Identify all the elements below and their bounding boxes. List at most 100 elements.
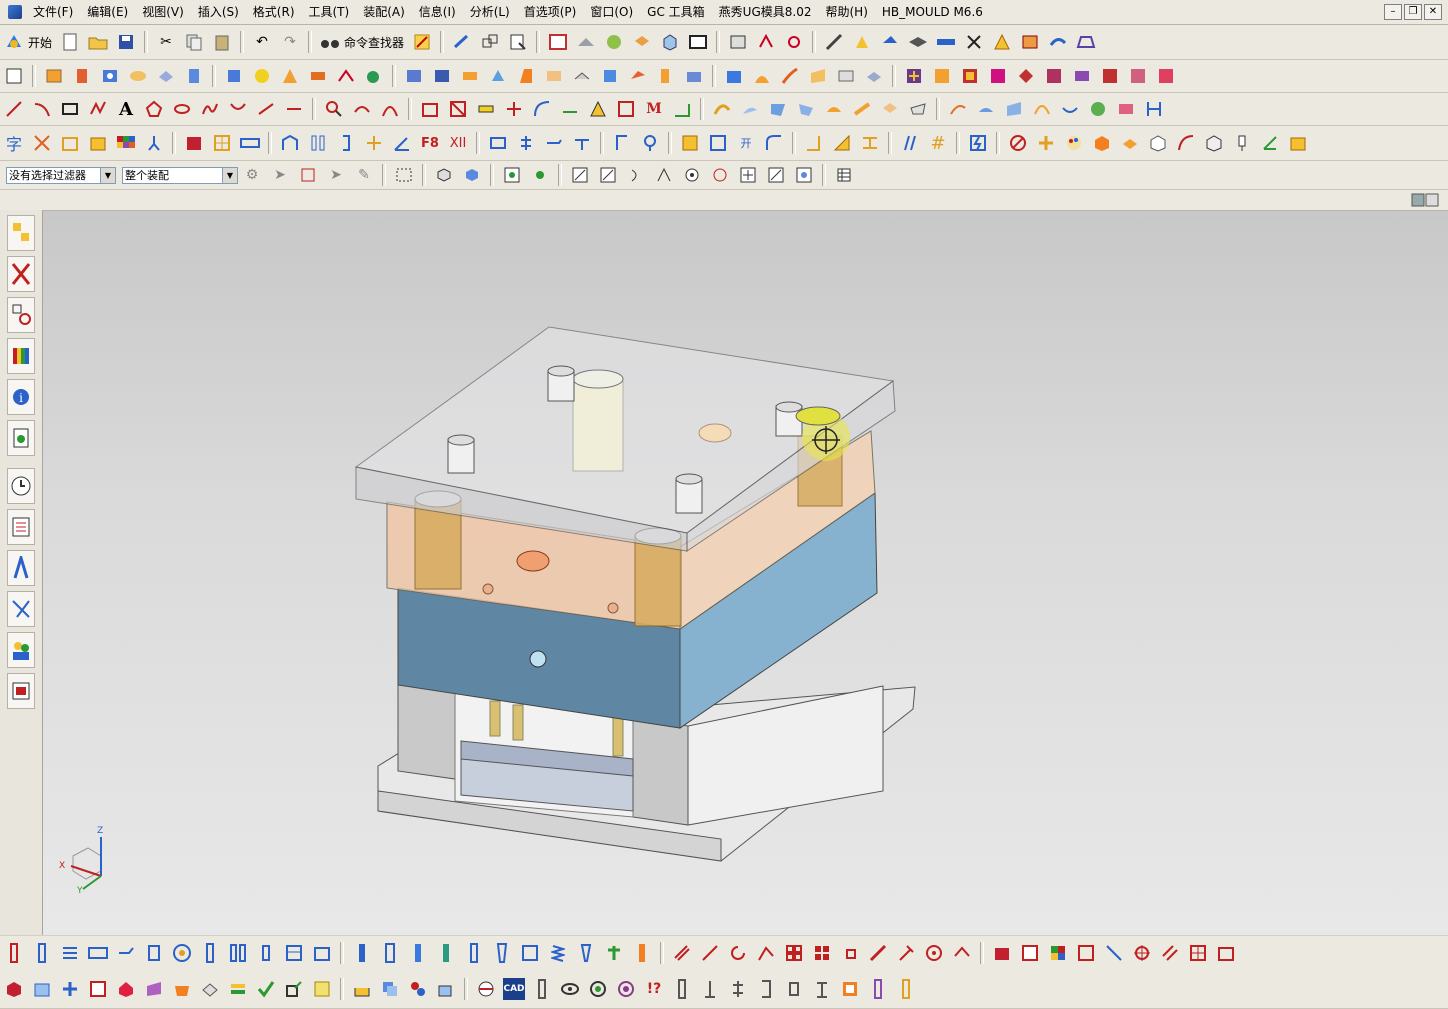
wave-link-icon[interactable] — [451, 31, 473, 53]
pattern-icon[interactable] — [335, 65, 357, 87]
open-folder-icon[interactable] — [87, 31, 109, 53]
parting-icon[interactable] — [959, 65, 981, 87]
command-finder-button[interactable]: 命令查找器 — [344, 34, 404, 51]
menu-preferences[interactable]: 首选项(P) — [517, 0, 584, 24]
standard-parts-icon[interactable] — [1043, 65, 1065, 87]
return-pin-icon[interactable] — [31, 942, 53, 964]
snap-table-icon[interactable] — [833, 164, 855, 186]
f8-icon[interactable]: F8 — [419, 132, 441, 154]
polyline-icon[interactable] — [87, 98, 109, 120]
snap-midpoint-icon[interactable] — [597, 164, 619, 186]
fit-view-icon[interactable] — [547, 31, 569, 53]
trim-sheet-icon[interactable] — [907, 98, 929, 120]
global-shaping-icon[interactable] — [1003, 98, 1025, 120]
menu-file[interactable]: 文件(F) — [26, 0, 80, 24]
layered-box-icon[interactable] — [435, 978, 457, 1000]
web-browser-tab-icon[interactable] — [7, 673, 35, 709]
square-outline-icon[interactable] — [707, 132, 729, 154]
pad-icon[interactable] — [183, 65, 205, 87]
trim-curve-icon[interactable] — [351, 98, 373, 120]
law-curve-icon[interactable] — [947, 98, 969, 120]
blue-stack-icon[interactable] — [379, 978, 401, 1000]
palette-list-icon[interactable] — [7, 509, 35, 545]
shell-icon[interactable] — [403, 65, 425, 87]
menu-hb-mould[interactable]: HB_MOULD M6.6 — [875, 0, 990, 24]
pin-a-icon[interactable] — [671, 978, 693, 1000]
mold-init-icon[interactable] — [903, 65, 925, 87]
core-cavity-icon[interactable] — [987, 65, 1009, 87]
frame-icon[interactable] — [211, 132, 233, 154]
tree-icon[interactable] — [603, 942, 625, 964]
stack-surface-icon[interactable] — [835, 65, 857, 87]
menu-gc-toolbox[interactable]: GC 工具箱 — [640, 0, 712, 24]
angle-icon[interactable] — [671, 98, 693, 120]
spline-icon[interactable] — [199, 98, 221, 120]
snap-on-curve-icon[interactable] — [765, 164, 787, 186]
unite-icon[interactable] — [363, 65, 385, 87]
taper-pin-icon[interactable] — [491, 942, 513, 964]
chamfer-icon[interactable] — [307, 65, 329, 87]
polygon-icon[interactable] — [143, 98, 165, 120]
matching-icon[interactable] — [1059, 98, 1081, 120]
minimize-button[interactable]: – — [1384, 4, 1402, 20]
yellow-frame-icon[interactable] — [311, 978, 333, 1000]
constraint-navigator-tab-icon[interactable] — [7, 256, 35, 292]
cooling-icon[interactable] — [1127, 65, 1149, 87]
swept-icon[interactable] — [739, 98, 761, 120]
slider-icon[interactable] — [1071, 65, 1093, 87]
frame-box-icon[interactable] — [87, 978, 109, 1000]
palette-icon[interactable] — [1063, 132, 1085, 154]
undo-icon[interactable]: ↶ — [251, 31, 273, 53]
l-shape-icon[interactable] — [803, 132, 825, 154]
ellipse-icon[interactable] — [171, 98, 193, 120]
binoculars-icon[interactable] — [319, 31, 341, 53]
grid-quad-icon[interactable] — [783, 942, 805, 964]
mold-base-icon[interactable] — [1015, 65, 1037, 87]
start-icon[interactable] — [3, 31, 25, 53]
purple-sheet-icon[interactable] — [143, 978, 165, 1000]
box-grid-icon[interactable] — [31, 978, 53, 1000]
parts-box-icon[interactable] — [1287, 132, 1309, 154]
snap-extras-icon[interactable] — [529, 164, 551, 186]
scale-body-icon[interactable] — [543, 65, 565, 87]
hash-grid-icon[interactable]: # — [927, 132, 949, 154]
stop-pin-icon[interactable] — [255, 942, 277, 964]
window-split-icon[interactable] — [1187, 942, 1209, 964]
text-icon[interactable]: A — [115, 98, 137, 120]
angle-dim-icon[interactable] — [391, 132, 413, 154]
open-box-icon[interactable]: 开 — [735, 132, 757, 154]
cut-icon[interactable]: ✂ — [155, 31, 177, 53]
red-slash-icon[interactable] — [671, 942, 693, 964]
ruled-surface-icon[interactable] — [807, 65, 829, 87]
cross-mark-icon[interactable] — [363, 132, 385, 154]
shoulder-pin-icon[interactable] — [407, 942, 429, 964]
roles-tab-icon[interactable] — [7, 550, 35, 586]
table-note-icon[interactable] — [615, 98, 637, 120]
snap-intersection-icon[interactable] — [653, 164, 675, 186]
panel-restore-icon[interactable] — [1410, 193, 1440, 207]
color-sphere-icon[interactable] — [1087, 98, 1109, 120]
layer-icon[interactable] — [907, 31, 929, 53]
red-cube-icon[interactable] — [3, 978, 25, 1000]
electrode-icon[interactable] — [1155, 65, 1177, 87]
rotate-icon[interactable] — [727, 942, 749, 964]
target-rotate-icon[interactable] — [923, 942, 945, 964]
offset-face-icon[interactable] — [487, 65, 509, 87]
pocket-yellow-icon[interactable] — [679, 132, 701, 154]
pocket-icon[interactable] — [155, 65, 177, 87]
trim-body-icon[interactable] — [431, 65, 453, 87]
extrude-icon[interactable] — [43, 65, 65, 87]
ejector-icon[interactable] — [1099, 65, 1121, 87]
xii-icon[interactable]: XII — [447, 132, 469, 154]
baseline-icon[interactable] — [559, 98, 581, 120]
pin-pair-icon[interactable] — [307, 132, 329, 154]
x-form-icon[interactable] — [1031, 98, 1053, 120]
properties-icon[interactable] — [507, 31, 529, 53]
select-path-icon[interactable]: ✎ — [353, 164, 375, 186]
paste-icon[interactable] — [211, 31, 233, 53]
cavity-frame-icon[interactable] — [87, 942, 109, 964]
orange-cube-icon[interactable] — [1091, 132, 1113, 154]
snap-on-surface-icon[interactable] — [793, 164, 815, 186]
lightning-icon[interactable] — [967, 132, 989, 154]
menu-window[interactable]: 窗口(O) — [583, 0, 640, 24]
